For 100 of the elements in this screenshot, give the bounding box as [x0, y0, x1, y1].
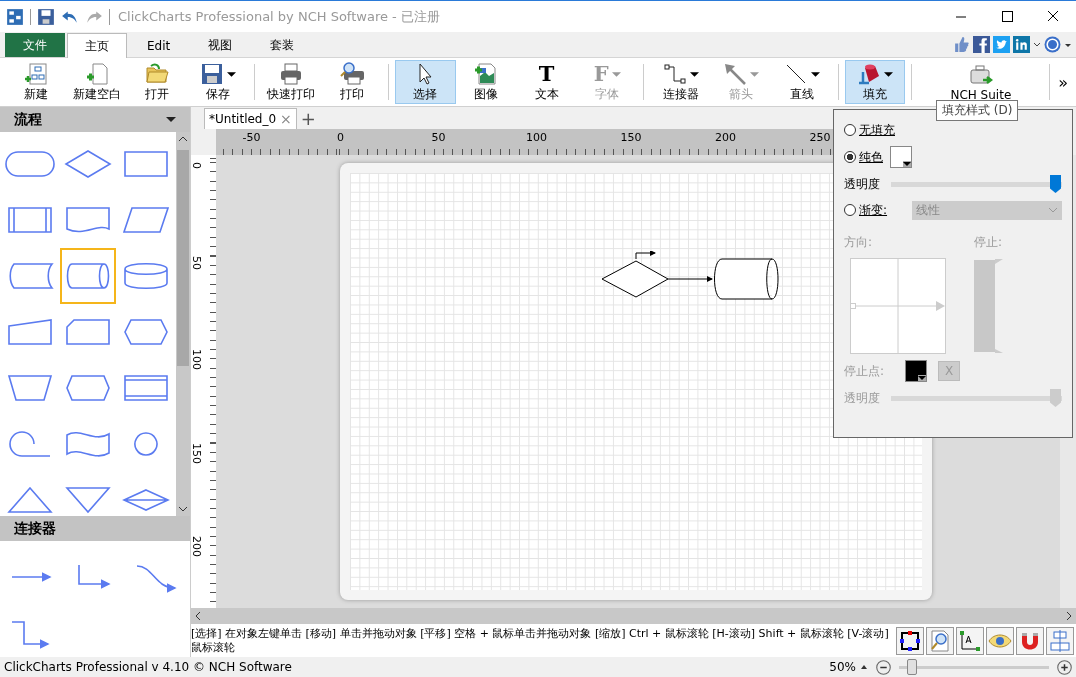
zoom-tool-icon[interactable]: [926, 626, 954, 655]
close-tab-button[interactable]: ×: [280, 111, 292, 127]
ruler-label: 100: [190, 349, 203, 370]
arrow-icon: [723, 62, 748, 86]
ribbon-button[interactable]: 保存: [187, 60, 249, 104]
facebook-icon[interactable]: [973, 36, 990, 53]
app-icon[interactable]: [6, 7, 24, 26]
ribbon-button[interactable]: T 文本: [516, 60, 577, 104]
radio-label[interactable]: 无填充: [859, 121, 895, 139]
radio-button[interactable]: [844, 151, 856, 163]
scroll-right-icon[interactable]: [1066, 611, 1072, 621]
color-picker-button[interactable]: [890, 146, 912, 168]
new-tab-button[interactable]: +: [300, 109, 316, 129]
ribbon-button[interactable]: 快速打印: [261, 60, 322, 104]
caret-icon[interactable]: [166, 116, 176, 123]
internal-storage-icon[interactable]: [122, 373, 170, 403]
wave-shape-icon[interactable]: [64, 429, 112, 459]
twitter-icon[interactable]: [993, 36, 1010, 53]
menu-tab[interactable]: Edit: [129, 33, 189, 57]
linkedin-icon[interactable]: [1013, 36, 1030, 53]
trapezoid-shape-icon[interactable]: [6, 373, 54, 403]
slider-thumb[interactable]: [906, 659, 917, 675]
selected-shape-tile[interactable]: [60, 248, 116, 304]
ribbon-button[interactable]: 打开: [127, 60, 188, 104]
hexagon-shape-icon[interactable]: [64, 373, 112, 403]
selection-tool-icon[interactable]: [896, 626, 924, 655]
menu-tab[interactable]: 主页: [67, 33, 127, 58]
ruler-label: 0: [190, 162, 203, 169]
slider-thumb[interactable]: [1050, 175, 1061, 193]
ribbon-button[interactable]: 选择: [395, 60, 456, 104]
caret-icon: [903, 161, 911, 167]
horizontal-scrollbar[interactable]: [191, 608, 1076, 624]
scrollbar-thumb[interactable]: [177, 150, 189, 366]
ribbon-button[interactable]: 打印: [321, 60, 383, 104]
more-button[interactable]: »: [1056, 60, 1070, 104]
file-menu-tab[interactable]: 文件: [5, 33, 65, 57]
triangle-shape-icon[interactable]: [6, 485, 54, 515]
rectangle-shape-icon[interactable]: [122, 149, 170, 179]
slider-thumb[interactable]: [1050, 389, 1061, 407]
image-icon: [474, 62, 498, 86]
help-icon[interactable]: [1044, 36, 1061, 53]
slider-label: 透明度: [844, 175, 881, 193]
thumbs-up-icon[interactable]: [953, 36, 970, 53]
slider-label: 透明度: [844, 389, 881, 407]
manual-input-icon[interactable]: [6, 317, 54, 347]
radio-label[interactable]: 纯色: [859, 148, 883, 166]
ribbon-button[interactable]: 图像: [455, 60, 517, 104]
ribbon-button[interactable]: 填充: [844, 60, 906, 104]
eye-icon[interactable]: [986, 626, 1014, 655]
zoom-in-icon[interactable]: [1057, 659, 1072, 675]
section-header[interactable]: 连接器: [0, 516, 190, 541]
app-version-text: ClickCharts Professional v 4.10 © NCH Software: [4, 660, 292, 674]
save-icon[interactable]: [37, 7, 55, 26]
text-connector-icon[interactable]: [956, 626, 984, 655]
chevron-down-icon[interactable]: [1033, 40, 1041, 49]
database-shape-icon[interactable]: [122, 261, 170, 291]
ribbon-button[interactable]: 连接器: [650, 60, 711, 104]
stop-point-label: 停止点:: [844, 362, 885, 380]
radio-label[interactable]: 渐变:: [859, 201, 888, 219]
document-tab[interactable]: *Untitled_0 ×: [204, 108, 297, 129]
diamond-shape-icon[interactable]: [64, 149, 112, 179]
scroll-left-icon[interactable]: [195, 611, 201, 621]
cylinder-shape-icon[interactable]: [64, 261, 112, 291]
menu-tab[interactable]: 套装: [252, 33, 313, 57]
paint-bucket-icon: [857, 62, 882, 86]
card-shape-icon[interactable]: [64, 317, 112, 347]
printer-icon: [279, 62, 304, 86]
status-hint: [选择] 在对象左键单击 [移动] 单击并拖动对象 [平移] 空格 + 鼠标单击并拖动对象 [缩放] Ctrl + 鼠标滚轮 [H-滚动] Shift + 鼠标滚轮 [V-滚动] 鼠标滚轮: [191, 626, 890, 655]
parallelogram-shape-icon[interactable]: [122, 205, 170, 235]
document-shape-icon[interactable]: [64, 205, 112, 235]
zoom-level-button[interactable]: 50%: [829, 660, 856, 674]
terminator-shape-icon[interactable]: [6, 149, 54, 179]
radio-button[interactable]: [844, 124, 856, 136]
scroll-up-icon[interactable]: [178, 136, 188, 142]
ribbon-button[interactable]: 新建: [6, 60, 67, 104]
menu-tab[interactable]: 视图: [190, 33, 251, 57]
ruler-label: 150: [620, 131, 642, 144]
stop-color-button[interactable]: [905, 360, 928, 382]
predefined-process-icon[interactable]: [6, 205, 54, 235]
stored-data-icon[interactable]: [6, 261, 54, 291]
ruler-label: 250: [809, 131, 831, 144]
caret-icon[interactable]: [860, 663, 868, 671]
magnet-icon[interactable]: [1016, 626, 1044, 655]
ruler-label: 50: [431, 131, 446, 144]
inverted-triangle-icon[interactable]: [64, 485, 112, 515]
ruler-label: 0: [337, 131, 344, 144]
toolbox-icon: [968, 63, 993, 87]
folder-icon: [145, 62, 170, 86]
tooltip: 填充样式 (D): [936, 100, 1019, 121]
caret-icon: [918, 375, 927, 381]
ribbon-button[interactable]: 直线: [771, 60, 832, 104]
chevron-down-icon: [1048, 207, 1058, 213]
direction-label: 方向:: [844, 233, 873, 251]
vertical-scrollbar[interactable]: [176, 132, 190, 516]
scroll-down-icon[interactable]: [178, 506, 188, 512]
radio-button[interactable]: [844, 204, 856, 216]
ribbon-button[interactable]: 新建空白: [66, 60, 128, 104]
section-header[interactable]: 流程: [0, 107, 190, 132]
ruler-label: 200: [190, 536, 203, 557]
zoom-out-icon[interactable]: [876, 659, 891, 675]
